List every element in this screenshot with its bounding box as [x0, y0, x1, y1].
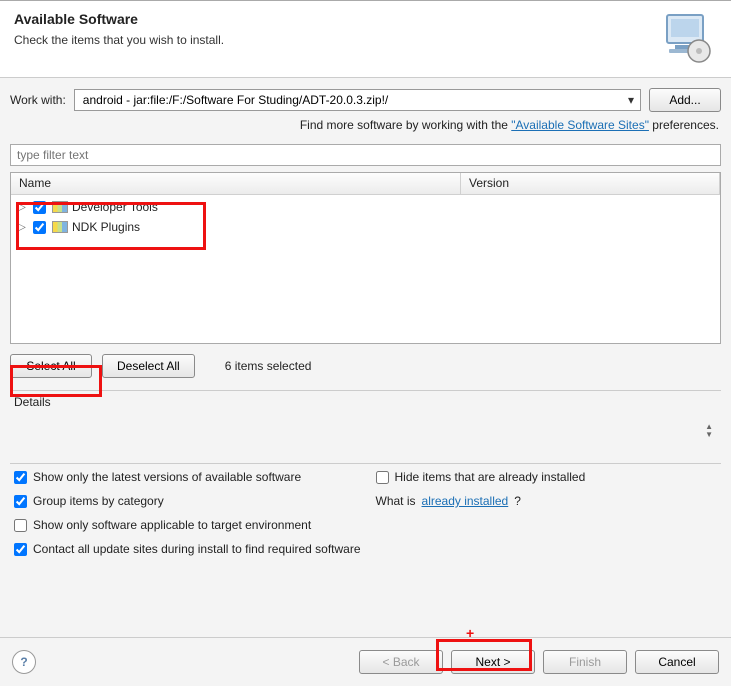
expand-icon[interactable]: ▷ [17, 202, 27, 212]
dialog-content: Work with: ▾ Add... Find more software b… [0, 78, 731, 556]
chevron-down-icon[interactable]: ▼ [705, 432, 713, 438]
work-with-label: Work with: [10, 93, 66, 107]
available-sites-link[interactable]: "Available Software Sites" [511, 118, 649, 132]
add-button[interactable]: Add... [649, 88, 721, 112]
tree-checkbox[interactable] [33, 221, 46, 234]
page-subtitle: Check the items that you wish to install… [14, 33, 224, 47]
already-installed-link[interactable]: already installed [422, 494, 509, 508]
details-area: ▲ ▼ [10, 411, 721, 451]
tree-item-label: Developer Tools [72, 200, 158, 214]
back-button[interactable]: < Back [359, 650, 443, 674]
next-button[interactable]: Next > [451, 650, 535, 674]
deselect-all-button[interactable]: Deselect All [102, 354, 195, 378]
tree-item-label: NDK Plugins [72, 220, 140, 234]
opt-what-is: What is already installed? [376, 494, 718, 508]
checkbox-hide-installed[interactable] [376, 471, 389, 484]
select-all-button[interactable]: Select All [10, 354, 92, 378]
dialog-footer: ? < Back Next > Finish Cancel [0, 637, 731, 686]
expand-icon[interactable]: ▷ [17, 222, 27, 232]
filter-input[interactable] [10, 144, 721, 166]
work-with-input[interactable] [81, 92, 624, 108]
category-icon [52, 201, 68, 213]
opt-target-env[interactable]: Show only software applicable to target … [14, 518, 717, 532]
column-version[interactable]: Version [461, 173, 720, 194]
opt-hide-installed[interactable]: Hide items that are already installed [376, 470, 718, 484]
details-label: Details [14, 395, 721, 409]
category-icon [52, 221, 68, 233]
checkbox-target-env[interactable] [14, 519, 27, 532]
checkbox-latest[interactable] [14, 471, 27, 484]
install-dialog: Available Software Check the items that … [0, 0, 731, 686]
opt-latest[interactable]: Show only the latest versions of availab… [14, 470, 356, 484]
checkbox-contact-sites[interactable] [14, 543, 27, 556]
checkbox-group[interactable] [14, 495, 27, 508]
annotation-cross-icon: + [466, 625, 474, 641]
chevron-down-icon[interactable]: ▾ [624, 93, 638, 107]
details-scroll[interactable]: ▲ ▼ [705, 424, 713, 438]
software-tree: Name Version ▷ Developer Tools ▷ NDK Plu… [10, 172, 721, 344]
dialog-header: Available Software Check the items that … [0, 1, 731, 78]
opt-group[interactable]: Group items by category [14, 494, 356, 508]
column-name[interactable]: Name [11, 173, 461, 194]
cancel-button[interactable]: Cancel [635, 650, 719, 674]
sites-info: Find more software by working with the "… [10, 118, 719, 132]
tree-row[interactable]: ▷ NDK Plugins [11, 217, 720, 237]
work-with-combo[interactable]: ▾ [74, 89, 641, 111]
tree-row[interactable]: ▷ Developer Tools [11, 197, 720, 217]
page-title: Available Software [14, 11, 224, 27]
options-grid: Show only the latest versions of availab… [14, 470, 717, 556]
opt-contact-sites[interactable]: Contact all update sites during install … [14, 542, 717, 556]
tree-checkbox[interactable] [33, 201, 46, 214]
help-icon[interactable]: ? [12, 650, 36, 674]
install-icon [657, 11, 717, 65]
selection-actions: Select All Deselect All 6 items selected [10, 354, 721, 378]
finish-button[interactable]: Finish [543, 650, 627, 674]
selected-count: 6 items selected [225, 359, 312, 373]
